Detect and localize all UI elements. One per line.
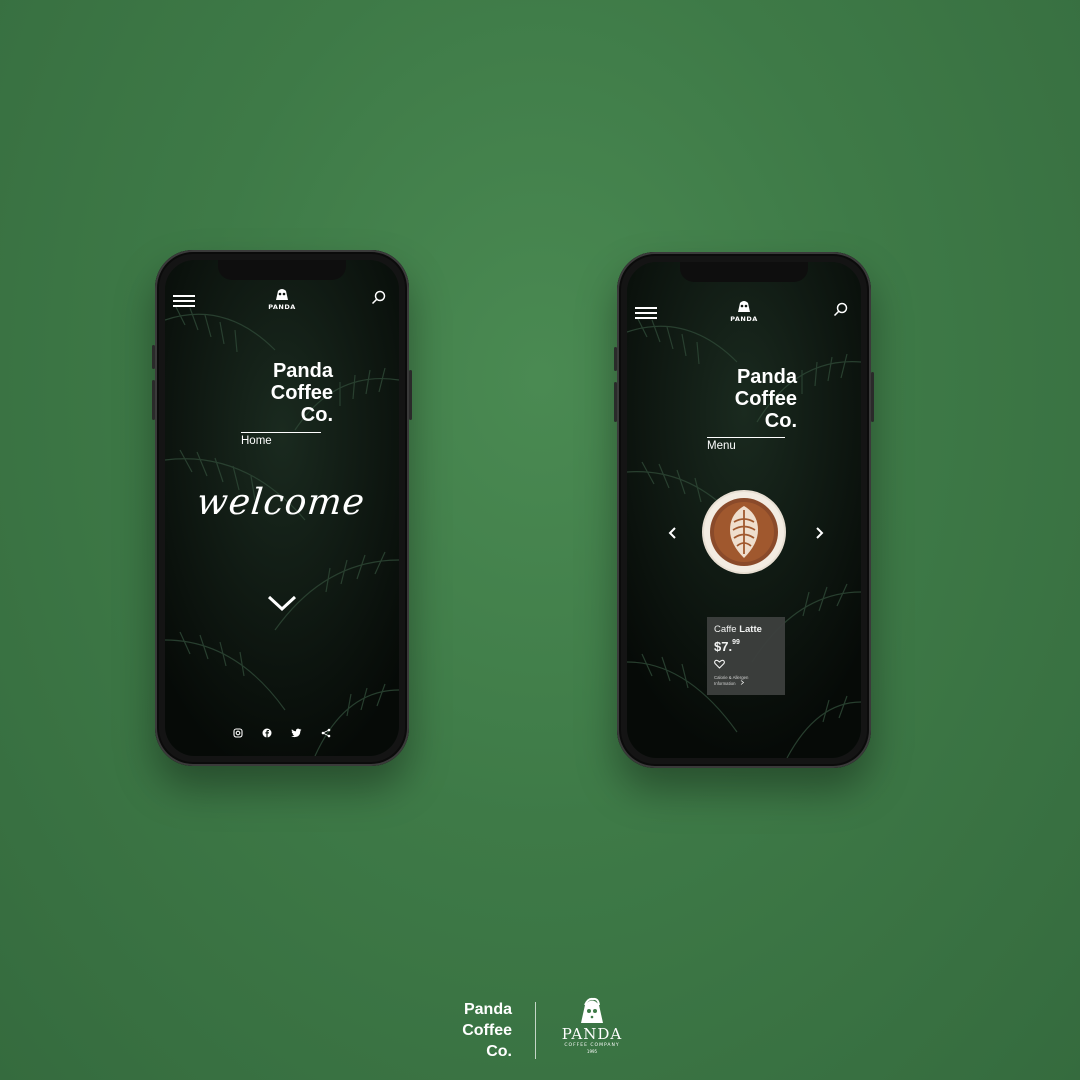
brand-line: Co. [300,404,333,426]
chevron-right-icon[interactable] [815,525,825,544]
brand-line: Co. [764,410,797,432]
share-icon[interactable] [321,728,331,741]
product-name: Caffe Latte [714,624,778,635]
footer-divider [535,1002,536,1059]
panda-logo[interactable]: PANDA [266,286,298,311]
home-screen: PANDA Panda Coffee Co. Home welcome [165,260,399,756]
footer-brand-line: Coffee [462,1022,512,1039]
product-name-regular: Caffe [714,624,737,635]
brand-line: Coffee [734,388,797,410]
brand-line: Panda [736,366,797,388]
menu-icon[interactable] [635,307,657,319]
product-price: $7.99 [714,639,778,654]
search-icon[interactable] [833,302,849,318]
brand-line: Panda [272,360,333,382]
panda-icon [276,289,288,300]
footer-logo: PANDA COFFEE COMPANY 1995 [550,996,634,1054]
page-label-menu: Menu [707,437,785,452]
phone-button [152,380,155,420]
phone-button [409,370,412,420]
brand-title: Panda Coffee Co. [271,360,333,426]
phone-button [614,382,617,422]
phone-menu: PANDA Panda Coffee Co. Menu Caffe Latte … [614,252,874,768]
allergen-info-link[interactable]: Calorie & Allergen Information [714,675,778,686]
logo-word: PANDA [730,315,758,323]
footer-brand-line: Panda [463,1001,512,1018]
latte-art-icon [710,498,778,566]
phone-button [152,345,155,369]
footer-logo-sub: COFFEE COMPANY [564,1043,620,1048]
chevron-right-small-icon [740,680,744,685]
product-card[interactable]: Caffe Latte $7.99 Calorie & Allergen Inf… [707,617,785,695]
page-label-home: Home [241,432,321,447]
instagram-icon[interactable] [233,728,243,741]
footer-brand: Panda Coffee Co. [446,999,512,1062]
phone-home: PANDA Panda Coffee Co. Home welcome [152,250,412,766]
latte-image [704,492,784,572]
twitter-icon[interactable] [291,728,302,741]
footer-brand-line: Co. [486,1043,512,1060]
search-icon[interactable] [371,290,387,306]
info-line: Information [714,681,736,686]
panda-logo[interactable]: PANDA [728,298,760,323]
panda-icon [738,301,750,312]
facebook-icon[interactable] [262,728,272,741]
panda-icon [581,997,603,1023]
heart-icon[interactable] [714,659,725,669]
social-links [165,723,399,742]
brand-line: Coffee [270,382,333,404]
footer-logo-word: PANDA [561,1025,623,1043]
phone-notch [680,262,808,282]
phone-button [871,372,874,422]
menu-screen: PANDA Panda Coffee Co. Menu Caffe Latte … [627,262,861,758]
mockup-canvas: { "colors": {"background":"#3e7a47","tex… [0,0,1080,1080]
chevron-left-icon[interactable] [667,525,677,544]
menu-icon[interactable] [173,295,195,307]
brand-title: Panda Coffee Co. [735,366,797,432]
chevron-down-icon[interactable] [266,593,298,613]
product-name-bold: Latte [739,624,762,635]
logo-word: PANDA [268,303,296,311]
footer-logo-year: 1995 [586,1049,598,1054]
phone-notch [218,260,346,280]
price-main: $7. [714,639,733,654]
welcome-text: welcome [194,482,368,523]
price-cents: 99 [732,639,740,646]
phone-button [614,347,617,371]
